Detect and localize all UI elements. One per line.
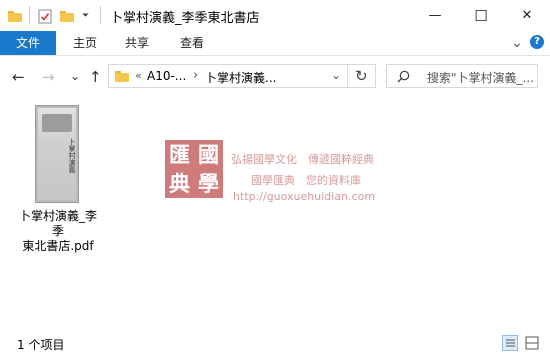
status-bar: 1 个项目 <box>0 330 550 356</box>
file-name[interactable]: 卜掌村演義_李季 東北書店.pdf <box>18 209 98 254</box>
tab-view[interactable]: 查看 <box>164 31 220 55</box>
file-list: 卜掌村演義 卜掌村演義_李季 東北書店.pdf 匯 國 典 學 弘揚國學文化 傳… <box>0 95 550 327</box>
new-folder-icon[interactable] <box>60 8 74 24</box>
tab-home[interactable]: 主页 <box>60 31 110 55</box>
address-bar[interactable]: « A10-... › 卜掌村演義... ⌄ ↻ <box>108 64 376 88</box>
overflow-chevron-icon[interactable]: « <box>135 69 142 82</box>
maximize-button[interactable]: ☐ <box>458 0 504 31</box>
tab-file[interactable]: 文件 <box>0 31 56 55</box>
ribbon-tabs: 文件 主页 共享 查看 ⌄ ? <box>0 31 550 56</box>
large-icons-view-button[interactable] <box>524 335 540 351</box>
navigation-bar: ← → ⌄ ↑ « A10-... › 卜掌村演義... ⌄ ↻ 搜索"卜掌村演… <box>0 59 550 95</box>
seal-char: 學 <box>198 171 219 196</box>
window-title: 卜掌村演義_李季東北書店 <box>110 11 260 26</box>
up-button[interactable]: ↑ <box>89 68 102 86</box>
seal-char: 匯 <box>169 142 190 167</box>
expand-ribbon-icon[interactable]: ⌄ <box>508 31 526 55</box>
minimize-button[interactable]: — <box>412 0 458 31</box>
properties-icon[interactable] <box>38 8 52 24</box>
search-box[interactable]: 搜索"卜掌村演義_... <box>386 64 538 88</box>
breadcrumb-separator-icon[interactable]: › <box>193 68 198 83</box>
seal-char: 國 <box>198 142 219 167</box>
watermark-slogan: 弘揚國學文化 傳遞國粹經典 <box>231 153 374 166</box>
file-name-line: 東北書店.pdf <box>22 239 94 253</box>
details-view-icon <box>506 339 515 347</box>
watermark-url: http://guoxuehuidian.com <box>233 190 376 203</box>
address-dropdown-icon[interactable]: ⌄ <box>331 68 341 82</box>
breadcrumb-segment[interactable]: A10-... <box>147 69 186 83</box>
watermark-tagline: 國學匯典 您的資料庫 <box>251 174 361 187</box>
folder-icon <box>8 8 22 24</box>
close-button[interactable]: ✕ <box>504 0 550 31</box>
refresh-button[interactable]: ↻ <box>355 67 368 85</box>
item-count: 1 个项目 <box>17 338 65 352</box>
forward-button[interactable]: → <box>42 68 55 86</box>
details-view-button[interactable] <box>502 335 518 351</box>
watermark-seal: 匯 國 典 學 <box>165 140 223 198</box>
large-icons-view-icon <box>525 336 539 350</box>
thumb-title: 卜掌村演義 <box>68 138 76 173</box>
title-bar: ⏷ 卜掌村演義_李季東北書店 — ☐ ✕ <box>0 0 550 31</box>
file-name-line: 卜掌村演義_李季 <box>18 209 97 238</box>
pdf-thumbnail: 卜掌村演義 <box>35 105 79 203</box>
customize-dropdown-icon[interactable]: ⏷ <box>82 8 89 24</box>
address-divider <box>347 65 348 87</box>
breadcrumb-segment[interactable]: 卜掌村演義... <box>205 69 276 86</box>
search-placeholder: 搜索"卜掌村演義_... <box>427 71 534 85</box>
back-button[interactable]: ← <box>12 68 25 86</box>
recent-locations-button[interactable]: ⌄ <box>70 69 80 83</box>
tab-share[interactable]: 共享 <box>112 31 162 55</box>
qa-divider <box>29 6 30 24</box>
thumb-illustration <box>42 114 72 132</box>
folder-icon <box>115 71 129 82</box>
seal-char: 典 <box>169 171 190 196</box>
help-icon[interactable]: ? <box>530 35 544 49</box>
title-divider <box>100 6 101 24</box>
search-icon <box>397 70 410 83</box>
